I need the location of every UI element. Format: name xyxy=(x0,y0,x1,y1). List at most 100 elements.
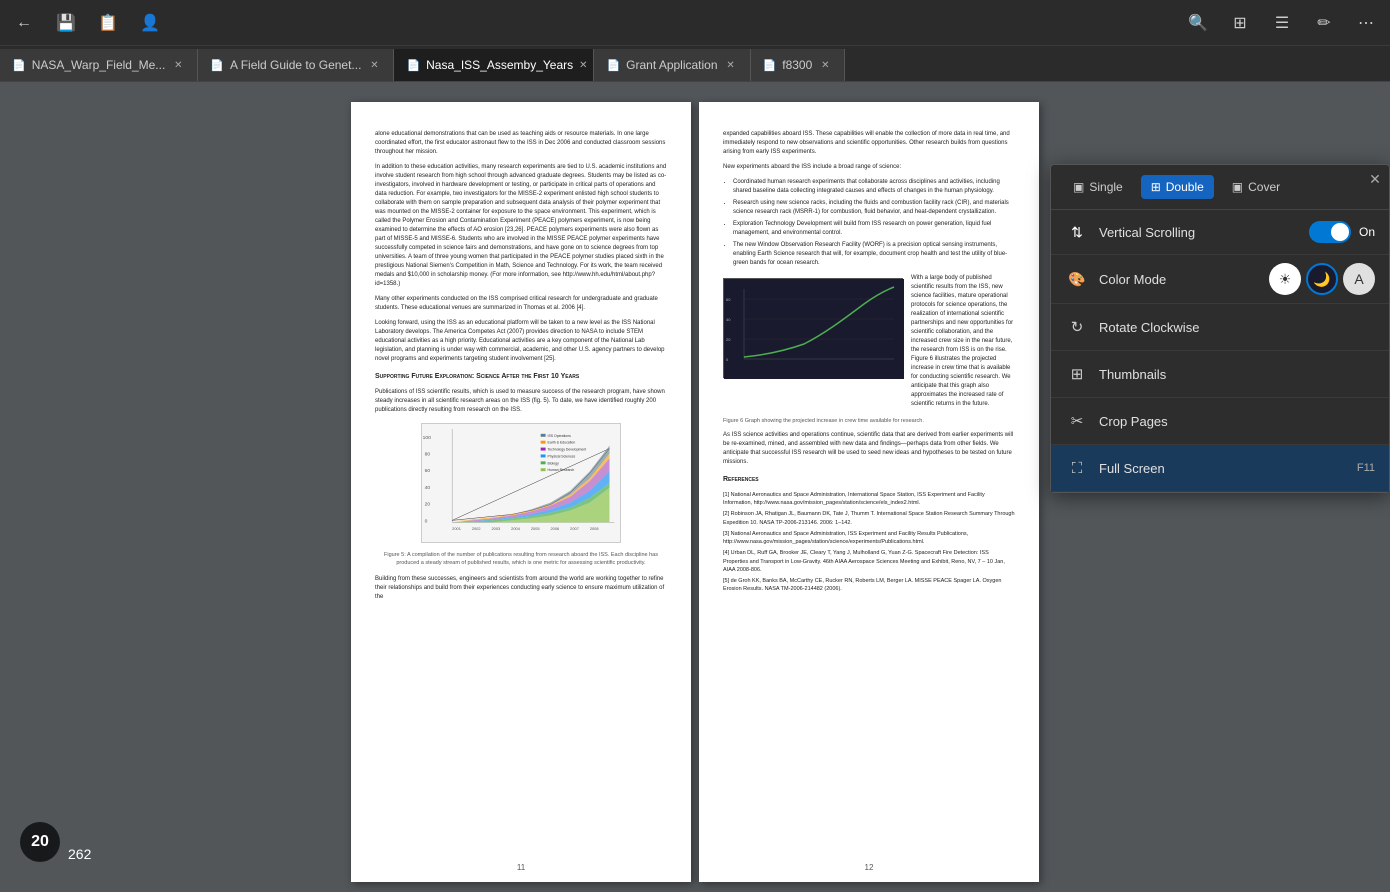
dropdown-close-button[interactable]: ✕ xyxy=(1365,169,1385,189)
tab-close-iss-assembly[interactable]: ✕ xyxy=(579,58,587,72)
ref-3: [3] National Aeronautics and Space Admin… xyxy=(723,530,1015,547)
thumbnails-item[interactable]: ⊞ Thumbnails xyxy=(1051,351,1389,398)
tab-label-f8300: f8300 xyxy=(782,58,812,72)
svg-text:2008: 2008 xyxy=(590,526,600,531)
tab-icon-f8300: 📄 xyxy=(763,59,777,72)
right-bullets: Coordinated human research experiments t… xyxy=(733,178,1015,268)
svg-text:ISS Operations: ISS Operations xyxy=(548,433,572,437)
section-title: Supporting Future Exploration: Science A… xyxy=(375,372,667,383)
publications-chart: 0 20 40 60 80 100 2001 2002 2003 2004 20… xyxy=(421,423,621,543)
save-button[interactable]: 💾 xyxy=(54,11,78,35)
vertical-scrolling-icon: ⇅ xyxy=(1065,220,1089,244)
main-area: alone educational demonstrations that ca… xyxy=(0,82,1390,892)
thumbnails-icon: ⊞ xyxy=(1065,362,1089,386)
rotate-clockwise-item[interactable]: ↻ Rotate Clockwise xyxy=(1051,304,1389,351)
bullet-4: The new Window Observation Research Faci… xyxy=(733,241,1015,268)
tab-close-field-guide[interactable]: ✕ xyxy=(367,58,381,72)
thumbnails-label: Thumbnails xyxy=(1099,367,1375,382)
page-total: 262 xyxy=(68,846,91,862)
rotate-icon: ↻ xyxy=(1065,315,1089,339)
cover-icon: ▣ xyxy=(1232,180,1243,194)
svg-text:Earth & Education: Earth & Education xyxy=(548,440,576,444)
right-expanded: expanded capabilities aboard ISS. These … xyxy=(723,130,1015,157)
svg-text:2007: 2007 xyxy=(570,526,579,531)
current-page: 20 xyxy=(31,833,49,851)
color-mode-light[interactable]: ☀ xyxy=(1269,263,1301,295)
pen-button[interactable]: ✏ xyxy=(1312,11,1336,35)
fullscreen-shortcut: F11 xyxy=(1357,462,1375,474)
fullscreen-icon: ⛶ xyxy=(1065,456,1089,480)
view-mode-cover-label: Cover xyxy=(1248,180,1280,194)
bullet-2: Research using new science racks, includ… xyxy=(733,199,1015,217)
svg-text:2004: 2004 xyxy=(511,526,521,531)
svg-text:2006: 2006 xyxy=(551,526,561,531)
svg-text:100: 100 xyxy=(423,434,431,440)
left-para-3: Many other experiments conducted on the … xyxy=(375,295,667,313)
auto-symbol: A xyxy=(1354,271,1363,287)
page-number-left: 11 xyxy=(517,862,525,874)
right-new-experiments: New experiments aboard the ISS include a… xyxy=(723,163,1015,172)
svg-text:20: 20 xyxy=(425,501,431,507)
tab-bar: 📄 NASA_Warp_Field_Me... ✕ 📄 A Field Guid… xyxy=(0,46,1390,82)
crop-label: Crop Pages xyxy=(1099,414,1375,429)
search-button[interactable]: 🔍 xyxy=(1186,11,1210,35)
svg-text:Physical Sciences: Physical Sciences xyxy=(548,454,576,458)
view-mode-cover[interactable]: ▣ Cover xyxy=(1222,175,1290,199)
tab-field-guide[interactable]: 📄 A Field Guide to Genet... ✕ xyxy=(198,49,394,81)
dark-symbol: 🌙 xyxy=(1313,271,1330,288)
svg-text:Human Research: Human Research xyxy=(548,468,575,472)
color-mode-row: 🎨 Color Mode ☀ 🌙 A xyxy=(1051,255,1389,304)
color-mode-icon: 🎨 xyxy=(1065,267,1089,291)
svg-text:Technology Development: Technology Development xyxy=(548,447,587,451)
graph-caption: Figure 6 Graph showing the projected inc… xyxy=(723,417,1015,425)
pdf-page-right: expanded capabilities aboard ISS. These … xyxy=(699,102,1039,882)
toggle-on-label: On xyxy=(1359,225,1375,239)
tab-icon-grant-application: 📄 xyxy=(606,59,620,72)
fullscreen-label: Full Screen xyxy=(1099,461,1357,476)
tab-icon-field-guide: 📄 xyxy=(210,59,224,72)
color-mode-dark[interactable]: 🌙 xyxy=(1306,263,1338,295)
tab-label-nasa-warp: NASA_Warp_Field_Me... xyxy=(32,58,166,72)
svg-text:40: 40 xyxy=(726,317,731,322)
grid-button[interactable]: ⊞ xyxy=(1228,11,1252,35)
view-mode-row: ▣ Single ⊞ Double ▣ Cover xyxy=(1051,165,1389,210)
more-button[interactable]: ⋯ xyxy=(1354,11,1378,35)
graph-description: With a large body of published scientifi… xyxy=(911,274,1015,415)
tab-close-f8300[interactable]: ✕ xyxy=(818,58,832,72)
color-mode-auto[interactable]: A xyxy=(1343,263,1375,295)
svg-text:60: 60 xyxy=(726,297,731,302)
references-title: References xyxy=(723,475,1015,486)
tab-nasa-warp[interactable]: 📄 NASA_Warp_Field_Me... ✕ xyxy=(0,49,198,81)
ref-5: [5] de Groh KK, Banks BA, McCarthy CE, R… xyxy=(723,577,1015,594)
add-user-button[interactable]: 👤 xyxy=(138,11,162,35)
back-button[interactable]: ← xyxy=(12,11,36,35)
list-button[interactable]: ☰ xyxy=(1270,11,1294,35)
svg-text:60: 60 xyxy=(425,468,431,474)
view-mode-double[interactable]: ⊞ Double xyxy=(1141,175,1214,199)
page-indicator: 20 xyxy=(20,822,60,862)
tab-iss-assembly[interactable]: 📄 Nasa_ISS_Assemby_Years ✕ xyxy=(394,49,594,81)
page-number-right: 12 xyxy=(865,862,874,874)
crop-pages-item[interactable]: ✂ Crop Pages xyxy=(1051,398,1389,445)
building-text: Building from these successes, engineers… xyxy=(375,575,667,602)
vertical-scrolling-toggle[interactable] xyxy=(1309,221,1351,243)
left-para-1: alone educational demonstrations that ca… xyxy=(375,130,667,157)
tab-close-grant-application[interactable]: ✕ xyxy=(724,58,738,72)
view-mode-double-label: Double xyxy=(1166,180,1204,194)
view-mode-single[interactable]: ▣ Single xyxy=(1063,175,1133,199)
tab-f8300[interactable]: 📄 f8300 ✕ xyxy=(751,49,846,81)
svg-text:20: 20 xyxy=(726,337,731,342)
tab-grant-application[interactable]: 📄 Grant Application ✕ xyxy=(594,49,750,81)
bullet-1: Coordinated human research experiments t… xyxy=(733,178,1015,196)
fullscreen-item[interactable]: ⛶ Full Screen F11 xyxy=(1051,445,1389,492)
rotate-label: Rotate Clockwise xyxy=(1099,320,1375,335)
crew-time-graph: 0 20 40 60 xyxy=(723,278,903,378)
section-body: Publications of ISS scientific results, … xyxy=(375,388,667,415)
tab-icon-nasa-warp: 📄 xyxy=(12,59,26,72)
double-icon: ⊞ xyxy=(1151,180,1161,194)
svg-text:Biology: Biology xyxy=(548,461,560,465)
vertical-scrolling-row[interactable]: ⇅ Vertical Scrolling On xyxy=(1051,210,1389,255)
tab-close-nasa-warp[interactable]: ✕ xyxy=(171,58,185,72)
svg-text:2001: 2001 xyxy=(452,526,461,531)
save-all-button[interactable]: 📋 xyxy=(96,11,120,35)
